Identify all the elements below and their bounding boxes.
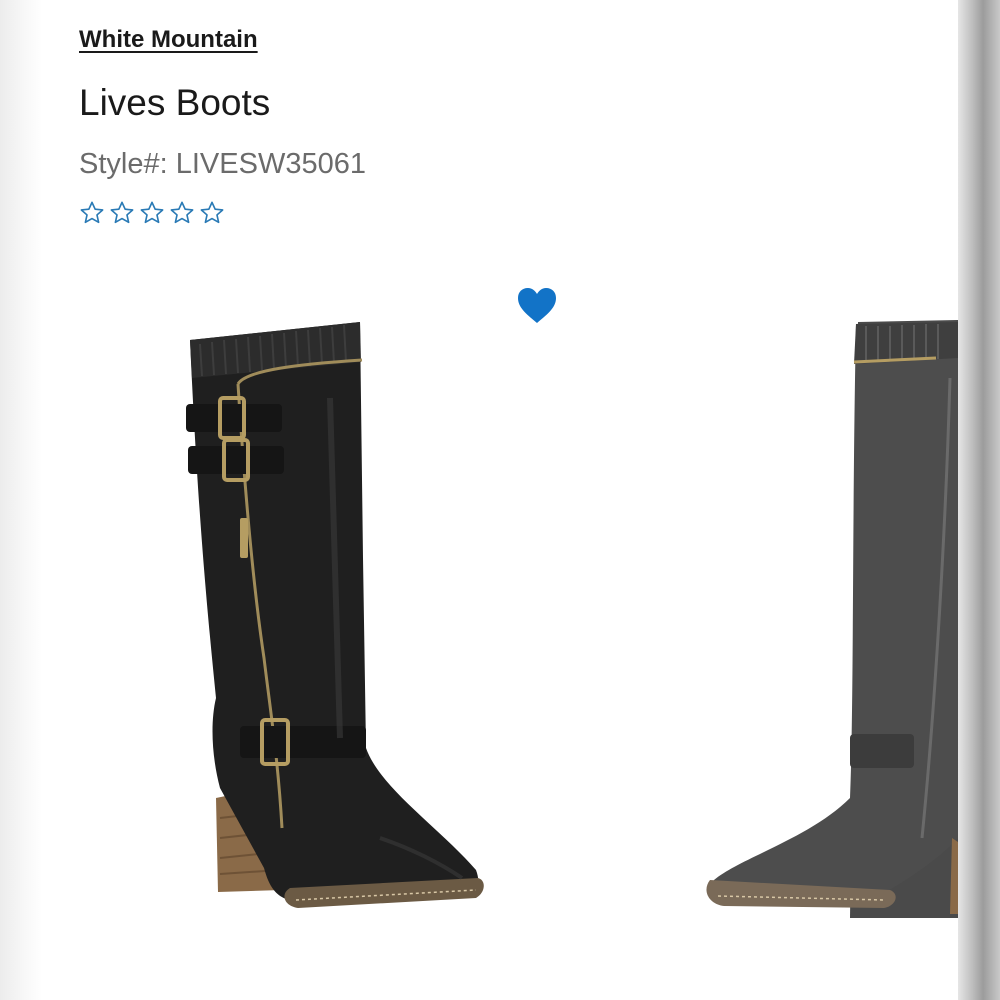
star-outline-icon bbox=[169, 200, 195, 228]
style-number: LIVESW35061 bbox=[175, 148, 366, 180]
star-outline-icon bbox=[109, 200, 135, 228]
product-image-gray-boot[interactable] bbox=[700, 318, 958, 918]
left-page-edge bbox=[0, 0, 42, 1000]
favorite-button[interactable] bbox=[516, 286, 558, 326]
star-outline-icon bbox=[199, 200, 225, 228]
heart-icon bbox=[516, 286, 558, 326]
star-rating[interactable] bbox=[79, 200, 225, 228]
product-title: Lives Boots bbox=[79, 82, 271, 123]
brand-link[interactable]: White Mountain bbox=[79, 26, 258, 54]
style-number-line: Style#: LIVESW35061 bbox=[79, 148, 366, 181]
star-outline-icon bbox=[139, 200, 165, 228]
product-image-black-boot[interactable] bbox=[180, 318, 490, 918]
right-page-edge bbox=[958, 0, 1000, 1000]
star-outline-icon bbox=[79, 200, 105, 228]
style-label: Style#: bbox=[79, 148, 168, 180]
